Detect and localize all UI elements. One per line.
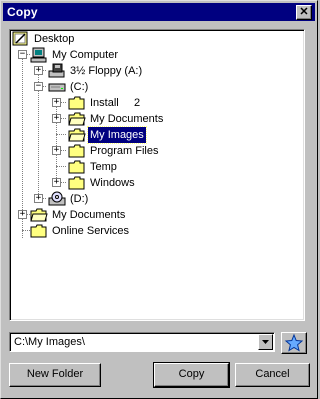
tree-item-label: 3½ Floppy (A:) [70, 65, 143, 77]
open-folder-icon [30, 208, 48, 222]
title-bar[interactable]: Copy ✕ [3, 3, 315, 21]
copy-button[interactable]: Copy [153, 362, 230, 388]
floppy-drive-icon [48, 63, 65, 78]
expand-toggle[interactable]: + [18, 210, 27, 219]
collapse-toggle[interactable]: − [18, 50, 27, 59]
folder-icon [68, 144, 85, 158]
folder-tree[interactable]: Desktop − My Computer + 3½ Floppy (A:) − [9, 29, 305, 321]
tree-item-label: My Documents [90, 113, 164, 125]
expand-toggle[interactable]: + [34, 194, 43, 203]
open-folder-icon [68, 112, 86, 126]
tree-item-label: My Documents [52, 209, 126, 221]
expand-toggle[interactable]: + [52, 178, 61, 187]
expand-toggle[interactable]: + [52, 114, 61, 123]
tree-item-label: (D:) [70, 193, 89, 205]
tree-item-label: My Images [87, 126, 147, 144]
folder-icon [68, 96, 85, 110]
hard-drive-icon [48, 83, 66, 92]
cd-drive-icon [48, 191, 66, 206]
close-button[interactable]: ✕ [296, 5, 312, 20]
new-folder-button[interactable]: New Folder [9, 363, 101, 387]
tree-item-label: (C:) [70, 81, 89, 93]
tree-item-label: Install 2 [90, 97, 141, 109]
cancel-button[interactable]: Cancel [235, 363, 310, 387]
tree-connector [56, 166, 66, 167]
star-icon [284, 333, 304, 352]
close-icon: ✕ [299, 6, 309, 18]
window-title: Copy [7, 5, 38, 19]
tree-item-label: Desktop [34, 33, 75, 45]
open-folder-icon [68, 128, 86, 142]
chevron-down-icon [262, 340, 269, 344]
collapse-toggle[interactable]: − [34, 82, 43, 91]
destination-path-combo[interactable]: C:\My Images\ [9, 332, 275, 352]
copy-dialog: Copy ✕ Desktop − My Computer + 3½ Floppy… [0, 0, 318, 399]
destination-path-value[interactable]: C:\My Images\ [14, 336, 85, 348]
dropdown-button[interactable] [258, 334, 273, 350]
tree-item-label: Program Files [90, 145, 159, 157]
tree-item-label: Online Services [52, 225, 130, 237]
expand-toggle[interactable]: + [34, 66, 43, 75]
desktop-icon [12, 31, 28, 46]
tree-item-label: My Computer [52, 49, 119, 61]
computer-icon [30, 47, 47, 63]
tree-item-label: Windows [90, 177, 135, 189]
tree-connector [56, 134, 66, 135]
tree-item-label: Temp [90, 161, 117, 173]
folder-icon [68, 176, 85, 190]
tree-connector [22, 230, 30, 231]
expand-toggle[interactable]: + [52, 146, 61, 155]
folder-icon [68, 160, 85, 174]
expand-toggle[interactable]: + [52, 98, 61, 107]
favorites-button[interactable] [281, 332, 307, 354]
folder-icon [30, 224, 47, 238]
